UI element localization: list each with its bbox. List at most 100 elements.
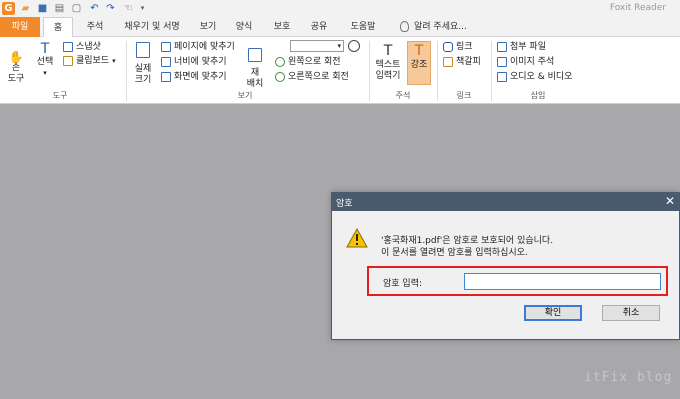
rotate-right-icon [275,72,285,82]
bookmark-label: 책갈피 [456,57,481,67]
tab-fill-sign[interactable]: 채우기 및 서명 [116,17,188,37]
chevron-down-icon: ▾ [112,57,116,65]
close-icon[interactable]: ✕ [665,194,675,208]
audio-video-label: 오디오 & 비디오 [510,72,573,82]
typewriter-label-1: 텍스트 [375,60,401,70]
bookmark-icon [443,57,453,67]
tell-me-search[interactable]: 알려 주세요... [414,17,474,37]
bookmark-button[interactable]: 책갈피 [443,56,481,68]
dialog-title-bar[interactable]: 암호 ✕ [332,193,679,211]
lightbulb-icon [400,21,409,32]
tab-comment[interactable]: 주석 [78,17,112,37]
select-tool-button[interactable]: T 선택 ▾ [32,41,58,79]
link-button[interactable]: 링크 [443,41,473,53]
copy-icon[interactable]: ▢ [70,2,83,15]
fit-width-label: 너비에 맞추기 [174,57,227,67]
cancel-button[interactable]: 취소 [602,305,660,321]
tab-share[interactable]: 공유 [305,17,333,37]
camera-icon [63,42,73,52]
hand-tool-label-1: 손 [11,63,21,73]
fit-visible-button[interactable]: 화면에 맞추기 [161,71,227,83]
group-label-insert: 삽입 [530,91,546,100]
app-title: Foxit Reader [609,3,666,13]
actual-size-label-2: 크기 [134,75,152,85]
select-text-icon: T [40,41,50,57]
fit-width-icon [161,57,171,67]
rotate-left-label: 왼쪽으로 회전 [288,57,341,67]
group-divider [126,41,127,101]
save-icon[interactable]: ■ [36,2,49,15]
rotate-right-button[interactable]: 오른쪽으로 회전 [275,71,349,83]
snapshot-label: 스냅샷 [76,42,101,52]
highlight-icon: T [414,43,424,59]
paperclip-icon [497,42,507,52]
customize-dropdown-icon[interactable]: ▾ [136,2,149,15]
reflow-icon [248,48,262,62]
dialog-message-line-2: 이 문서를 열려면 암호를 입력하십시오. [381,248,528,258]
fit-page-label: 페이지에 맞추기 [174,42,235,52]
watermark: itFix blog [584,370,673,385]
rotate-right-label: 오른쪽으로 회전 [288,72,349,82]
rotate-left-button[interactable]: 왼쪽으로 회전 [275,56,341,68]
zoom-in-icon[interactable] [348,40,360,52]
link-icon [443,42,453,52]
password-dialog: 암호 ✕ '홍국화재1.pdf'은 암호로 보호되어 있습니다. 이 문서를 열… [331,192,680,340]
select-dropdown-icon: ▾ [43,69,47,77]
actual-size-button[interactable]: 실제 크기 [130,42,156,86]
tab-protect[interactable]: 보호 [268,17,296,37]
zoom-combo[interactable]: ▾ [290,40,344,52]
fit-width-button[interactable]: 너비에 맞추기 [161,56,227,68]
foxit-logo-icon: G [2,2,15,15]
typewriter-button[interactable]: T 텍스트 입력기 [372,42,404,82]
highlight-label: 강조 [410,60,428,70]
snapshot-button[interactable]: 스냅샷 [63,41,101,53]
clipboard-icon [63,56,73,66]
ribbon-tab-bar: 파일 홈 주석 채우기 및 서명 보기 양식 보호 공유 도움말 알려 주세요.… [0,17,680,38]
reflow-label-2: 배치 [246,79,264,89]
open-icon[interactable]: ▰ [19,2,32,15]
select-tool-label: 선택 [36,57,54,67]
file-attachment-button[interactable]: 첨부 파일 [497,41,546,53]
tab-file[interactable]: 파일 [0,17,40,37]
group-divider [437,41,438,101]
ok-button[interactable]: 확인 [524,305,582,321]
warning-icon [346,228,368,248]
dialog-title: 암호 [336,199,353,209]
group-label-view: 보기 [237,91,253,100]
hand-icon[interactable]: ☜ [122,2,135,15]
group-label-tools: 도구 [52,91,68,100]
password-input[interactable] [464,273,661,290]
tab-help[interactable]: 도움말 [344,17,382,37]
print-icon[interactable]: ▤ [53,2,66,15]
password-label: 암호 입력: [383,279,423,289]
reflow-button[interactable]: 재 배치 [244,48,266,90]
tab-form[interactable]: 양식 [230,17,258,37]
typewriter-icon: T [383,43,393,59]
redo-icon[interactable]: ↷ [104,2,117,15]
rotate-left-icon [275,57,285,67]
chevron-down-icon: ▾ [337,42,341,50]
audio-video-button[interactable]: 오디오 & 비디오 [497,71,572,83]
clipboard-button[interactable]: 클립보드 ▾ [63,55,116,67]
group-label-links: 링크 [456,91,472,100]
clipboard-label: 클립보드 [76,56,110,66]
fit-visible-label: 화면에 맞추기 [174,72,227,82]
highlight-button[interactable]: T 강조 [407,41,431,85]
media-icon [497,72,507,82]
tab-view[interactable]: 보기 [194,17,222,37]
password-highlight-frame: 암호 입력: [367,266,668,296]
typewriter-label-2: 입력기 [375,71,401,81]
group-divider [491,41,492,101]
tab-home[interactable]: 홈 [43,17,73,38]
image-annotation-button[interactable]: 이미지 주석 [497,56,554,68]
group-divider [369,41,370,101]
fit-page-button[interactable]: 페이지에 맞추기 [161,41,235,53]
group-label-comment: 주석 [395,91,411,100]
fit-page-icon [161,42,171,52]
file-attachment-label: 첨부 파일 [510,42,546,52]
undo-icon[interactable]: ↶ [88,2,101,15]
hand-tool-button[interactable]: ✋ 손 도구 [5,51,27,85]
fit-visible-icon [161,72,171,82]
link-label: 링크 [456,42,473,52]
image-icon [497,57,507,67]
